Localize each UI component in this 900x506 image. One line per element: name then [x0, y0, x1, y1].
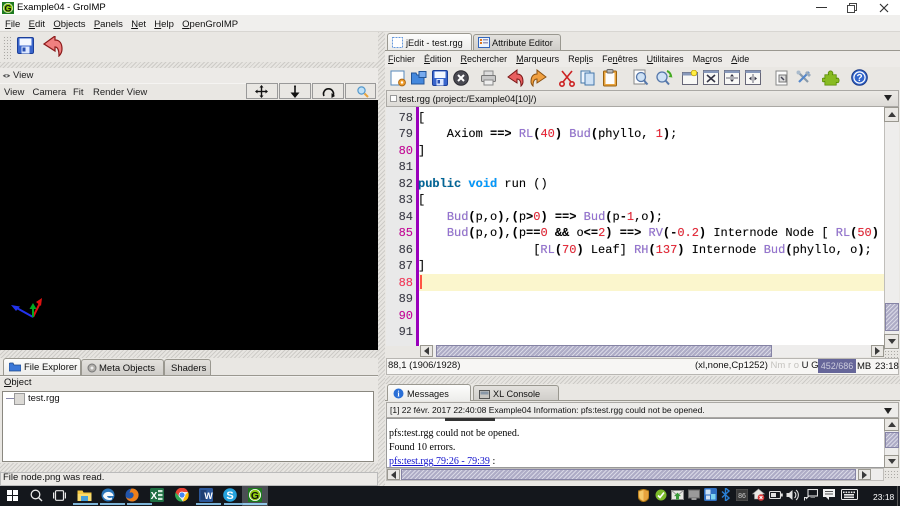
svg-text:W: W: [204, 491, 213, 501]
svg-text:G: G: [251, 490, 259, 502]
svg-text:G: G: [4, 3, 11, 13]
svg-text:?: ?: [856, 73, 862, 84]
svg-text:X: X: [151, 491, 158, 502]
svg-text:S: S: [226, 490, 233, 502]
svg-text:86: 86: [738, 493, 746, 500]
